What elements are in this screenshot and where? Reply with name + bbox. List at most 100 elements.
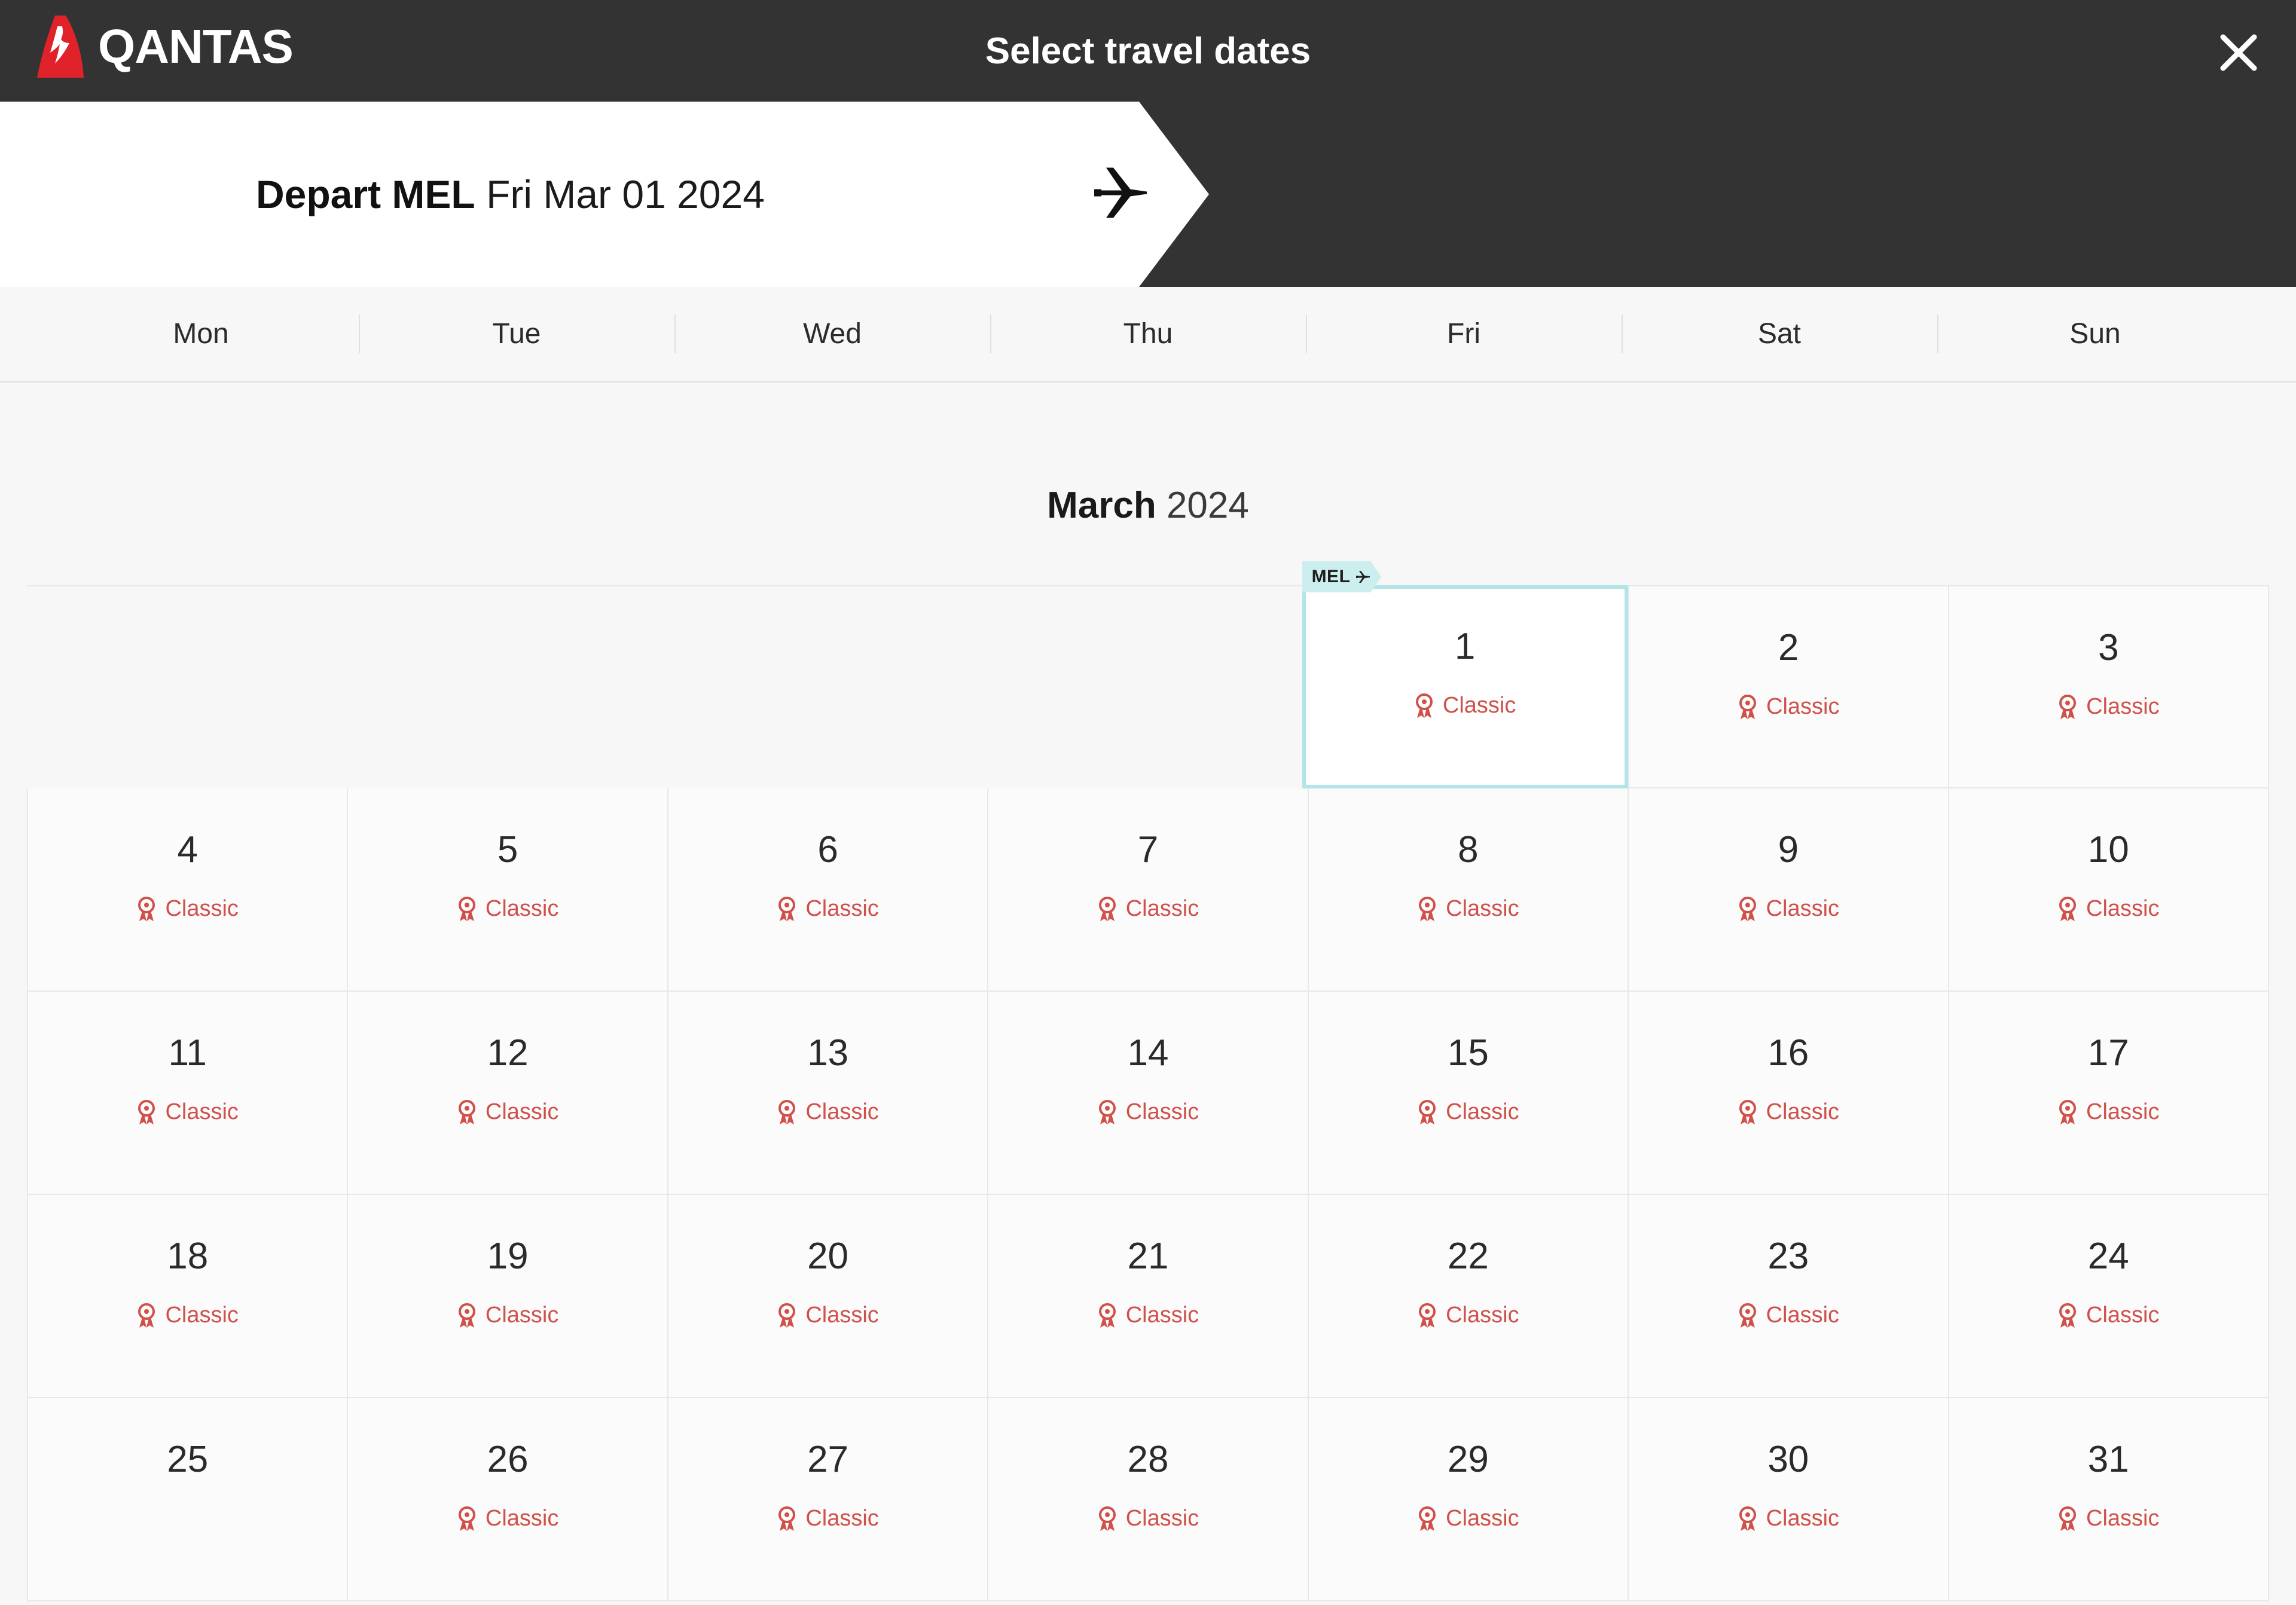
award-ribbon-icon: [2059, 1506, 2076, 1531]
calendar-cell-day-29[interactable]: 29 Classic: [1307, 1398, 1628, 1601]
calendar-cell-selected[interactable]: MEL 1 Classic: [1302, 585, 1628, 788]
fare-badge: Classic: [777, 1303, 879, 1328]
fare-badge: Classic: [136, 896, 239, 922]
calendar-cell-day-31[interactable]: 31 Classic: [1947, 1398, 2269, 1601]
fare-badge: Classic: [2057, 896, 2159, 922]
weekday-fri: Fri: [1306, 287, 1622, 381]
fare-badge: Classic: [457, 1506, 558, 1531]
award-ribbon-icon: [2059, 1099, 2076, 1124]
calendar-cell-day-12[interactable]: 12 Classic: [347, 992, 667, 1195]
award-ribbon-icon: [1739, 1506, 1756, 1531]
day-number: 17: [2087, 1032, 2129, 1074]
day-number: 21: [1127, 1236, 1169, 1277]
fare-label: Classic: [165, 896, 239, 921]
fare-badge: Classic: [1738, 896, 1839, 922]
fare-badge: Classic: [457, 1303, 558, 1328]
calendar-cell-day-2[interactable]: 2 Classic: [1628, 585, 1948, 788]
fare-badge: Classic: [1097, 896, 1199, 922]
calendar-cell-day-19[interactable]: 19 Classic: [347, 1195, 667, 1398]
calendar-cell-day-26[interactable]: 26 Classic: [347, 1398, 667, 1601]
day-number: 13: [807, 1032, 849, 1074]
calendar-cell-day-23[interactable]: 23 Classic: [1628, 1195, 1948, 1398]
fare-label: Classic: [485, 1303, 559, 1328]
calendar-cell-day-27[interactable]: 27 Classic: [667, 1398, 988, 1601]
calendar-cell-day-11[interactable]: 11 Classic: [27, 992, 347, 1195]
calendar-cell-day-4[interactable]: 4 Classic: [27, 788, 347, 992]
fare-badge: Classic: [1097, 1303, 1199, 1328]
award-ribbon-icon: [138, 1099, 155, 1124]
fare-badge: Classic: [1417, 1506, 1519, 1531]
calendar-cell-day-10[interactable]: 10 Classic: [1947, 788, 2269, 992]
award-ribbon-icon: [778, 1506, 796, 1531]
fare-badge: Classic: [2057, 1099, 2159, 1125]
fare-badge: Classic: [2057, 694, 2160, 720]
calendar-cell-empty: [664, 585, 984, 788]
calendar-cell-day-6[interactable]: 6 Classic: [667, 788, 988, 992]
award-ribbon-icon: [458, 896, 475, 921]
calendar-cell-day-3[interactable]: 3 Classic: [1947, 585, 2269, 788]
award-ribbon-icon: [2059, 896, 2076, 921]
fare-label: Classic: [1766, 694, 1840, 719]
day-number: 6: [817, 829, 838, 870]
day-number: 16: [1767, 1032, 1809, 1074]
fare-label: Classic: [1125, 1303, 1199, 1328]
depart-tab[interactable]: Depart MEL Fri Mar 01 2024: [0, 102, 1209, 287]
close-button[interactable]: [2210, 24, 2267, 81]
award-ribbon-icon: [138, 1303, 155, 1328]
fare-label: Classic: [1125, 1099, 1199, 1124]
calendar-cell-day-16[interactable]: 16 Classic: [1628, 992, 1948, 1195]
calendar-cell-day-20[interactable]: 20 Classic: [667, 1195, 988, 1398]
calendar-cell-day-15[interactable]: 15 Classic: [1307, 992, 1628, 1195]
award-ribbon-icon: [778, 896, 796, 921]
day-number: 23: [1767, 1236, 1809, 1277]
fare-badge: Classic: [2057, 1303, 2159, 1328]
depart-origin-label: Depart MEL: [256, 172, 475, 216]
fare-label: Classic: [1125, 1506, 1199, 1531]
calendar-cell-day-8[interactable]: 8 Classic: [1307, 788, 1628, 992]
calendar-cell-day-18[interactable]: 18 Classic: [27, 1195, 347, 1398]
fare-label: Classic: [1766, 1303, 1840, 1328]
calendar-cell-day-28[interactable]: 28 Classic: [987, 1398, 1308, 1601]
fare-badge: Classic: [777, 896, 879, 922]
calendar-cell-day-25[interactable]: 25: [27, 1398, 347, 1601]
calendar-cell-day-30[interactable]: 30 Classic: [1628, 1398, 1948, 1601]
calendar-cell-day-14[interactable]: 14 Classic: [987, 992, 1308, 1195]
day-number: 25: [167, 1439, 209, 1480]
award-ribbon-icon: [138, 896, 155, 921]
fare-label: Classic: [1766, 896, 1840, 921]
award-ribbon-icon: [2059, 1303, 2076, 1328]
day-number: 14: [1127, 1032, 1169, 1074]
day-number: 28: [1127, 1439, 1169, 1480]
calendar-cell-day-24[interactable]: 24 Classic: [1947, 1195, 2269, 1398]
calendar-cell-day-7[interactable]: 7 Classic: [987, 788, 1308, 992]
month-year: 2024: [1166, 485, 1249, 526]
fare-badge: Classic: [1738, 694, 1840, 720]
calendar-cell-day-21[interactable]: 21 Classic: [987, 1195, 1308, 1398]
calendar-week-row: 25 26 Classic 27 Classic 28 Classic 29 Classic 30…: [27, 1398, 2269, 1601]
fare-label: Classic: [805, 1099, 879, 1124]
weekday-thu: Thu: [990, 287, 1306, 381]
award-ribbon-icon: [1419, 896, 1436, 921]
app-header: QANTAS Select travel dates: [0, 0, 2296, 102]
calendar-week-row: 4 Classic 5 Classic 6 Classic 7 Classic 8 Classic…: [27, 788, 2269, 992]
fare-badge: Classic: [457, 896, 558, 922]
calendar-cell-day-13[interactable]: 13 Classic: [667, 992, 988, 1195]
fare-badge: Classic: [777, 1506, 879, 1531]
close-icon: [2220, 34, 2257, 71]
award-ribbon-icon: [1098, 896, 1116, 921]
fare-label: Classic: [2086, 896, 2160, 921]
origin-badge-label: MEL: [1311, 567, 1351, 586]
calendar-cell-day-5[interactable]: 5 Classic: [347, 788, 667, 992]
fare-label: Classic: [2086, 1303, 2160, 1328]
calendar-week-row: 18 Classic 19 Classic 20 Classic 21 Classic 22 Cl…: [27, 1195, 2269, 1398]
award-ribbon-icon: [1098, 1303, 1116, 1328]
fare-label: Classic: [485, 1506, 559, 1531]
month-title: March 2024: [0, 383, 2296, 585]
fare-label: Classic: [165, 1303, 239, 1328]
fare-badge: Classic: [457, 1099, 558, 1125]
calendar-cell-day-9[interactable]: 9 Classic: [1628, 788, 1948, 992]
calendar-cell-day-17[interactable]: 17 Classic: [1947, 992, 2269, 1195]
calendar-cell-day-22[interactable]: 22 Classic: [1307, 1195, 1628, 1398]
fare-label: Classic: [1766, 1506, 1840, 1531]
fare-label: Classic: [485, 1099, 559, 1124]
